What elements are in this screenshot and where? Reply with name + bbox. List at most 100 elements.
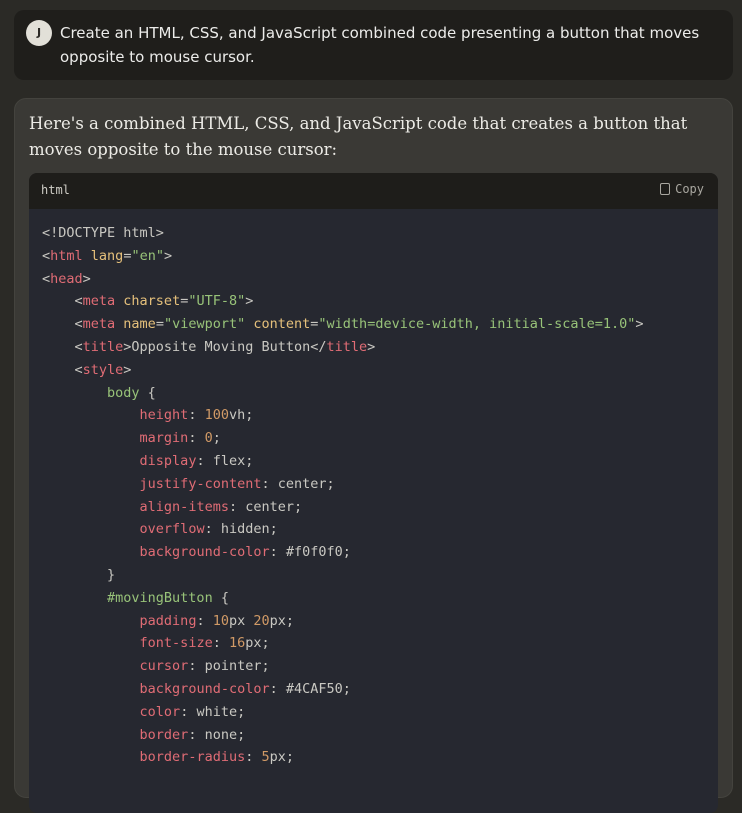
code-line: display: flex; <box>42 450 705 473</box>
code-token: #movingButton <box>107 589 213 606</box>
code-token: border <box>139 726 189 743</box>
code-token: <!DOCTYPE html> <box>42 225 164 241</box>
code-line: #movingButton { <box>42 587 705 610</box>
code-body: <!DOCTYPE html> <html lang="en"> <head> <m… <box>29 209 718 769</box>
code-token: height <box>139 407 189 424</box>
code-token: : <box>188 430 205 447</box>
code-token: overflow <box>139 521 205 538</box>
code-token: body <box>107 384 140 401</box>
code-token: lang <box>90 247 124 264</box>
code-token: } <box>42 566 116 583</box>
code-line: margin: 0; <box>42 427 705 450</box>
code-token: : center; <box>261 475 335 492</box>
code-line: align-items: center; <box>42 496 705 519</box>
user-message-text: Create an HTML, CSS, and JavaScript comb… <box>60 24 700 66</box>
code-token: px <box>228 612 254 629</box>
code-token: > <box>163 247 173 264</box>
code-token: align-items <box>139 498 229 515</box>
code-token: 0 <box>204 430 213 447</box>
code-token: title <box>326 338 368 355</box>
code-token: meta <box>82 293 116 310</box>
code-token: : #f0f0f0; <box>269 544 351 561</box>
code-token: vh; <box>228 407 254 424</box>
code-line: overflow: hidden; <box>42 518 705 541</box>
code-token: padding <box>139 612 197 629</box>
code-token: : <box>188 407 205 424</box>
code-token: margin <box>139 430 189 447</box>
code-token: ; <box>212 430 221 447</box>
code-token: : #4CAF50; <box>269 680 351 697</box>
code-token: "en" <box>131 247 164 264</box>
code-token: : <box>245 749 262 766</box>
code-line: <title>Opposite Moving Button</title> <box>42 336 705 359</box>
code-token: : pointer; <box>188 658 270 675</box>
user-avatar: J <box>26 20 52 46</box>
code-line: body { <box>42 382 705 405</box>
code-token: content <box>253 316 311 333</box>
code-token: : center; <box>228 498 303 515</box>
code-token: : flex; <box>196 452 254 469</box>
code-token: < <box>42 293 83 310</box>
code-line: <head> <box>42 268 705 291</box>
code-line: padding: 10px 20px; <box>42 610 705 633</box>
code-token: > <box>635 316 644 333</box>
code-line: height: 100vh; <box>42 404 705 427</box>
code-token: head <box>50 270 83 287</box>
code-token: { <box>212 589 229 606</box>
code-token: "width=device-width, initial-scale=1.0" <box>318 316 636 333</box>
code-token: meta <box>82 316 116 333</box>
assistant-intro-text: Here's a combined HTML, CSS, and JavaScr… <box>29 114 688 159</box>
code-token: title <box>82 338 124 355</box>
code-line: cursor: pointer; <box>42 655 705 678</box>
code-line: justify-content: center; <box>42 473 705 496</box>
code-line: border: none; <box>42 724 705 747</box>
code-line: } <box>42 564 705 587</box>
code-token: display <box>139 452 197 469</box>
code-token: : hidden; <box>204 521 278 538</box>
code-language-label: html <box>41 183 70 197</box>
code-token: > <box>82 270 91 287</box>
assistant-message: Here's a combined HTML, CSS, and JavaScr… <box>14 98 733 813</box>
copy-button[interactable]: Copy <box>660 182 704 196</box>
code-token: = <box>155 316 164 333</box>
code-token: < <box>42 338 83 355</box>
code-line: font-size: 16px; <box>42 632 705 655</box>
code-block-header: html Copy <box>29 173 718 209</box>
code-token: px; <box>269 749 295 766</box>
code-token: "viewport" <box>163 316 246 333</box>
code-token: { <box>139 384 156 401</box>
code-token: > <box>245 293 254 310</box>
code-line: border-radius: 5px; <box>42 746 705 769</box>
code-token: : <box>196 612 213 629</box>
code-token: 10 <box>212 612 229 629</box>
code-token: style <box>82 361 124 378</box>
code-token: charset <box>123 293 181 310</box>
code-line: color: white; <box>42 701 705 724</box>
code-token: < <box>42 247 51 264</box>
code-token: name <box>123 316 156 333</box>
code-token: "UTF-8" <box>188 293 246 310</box>
user-message: J Create an HTML, CSS, and JavaScript co… <box>14 10 733 80</box>
code-token: justify-content <box>139 475 262 492</box>
code-token: color <box>139 703 181 720</box>
code-token: px; <box>269 612 295 629</box>
code-line: <html lang="en"> <box>42 245 705 268</box>
code-token: background-color <box>139 680 270 697</box>
code-token: : white; <box>180 703 246 720</box>
code-token: 5 <box>261 749 270 766</box>
